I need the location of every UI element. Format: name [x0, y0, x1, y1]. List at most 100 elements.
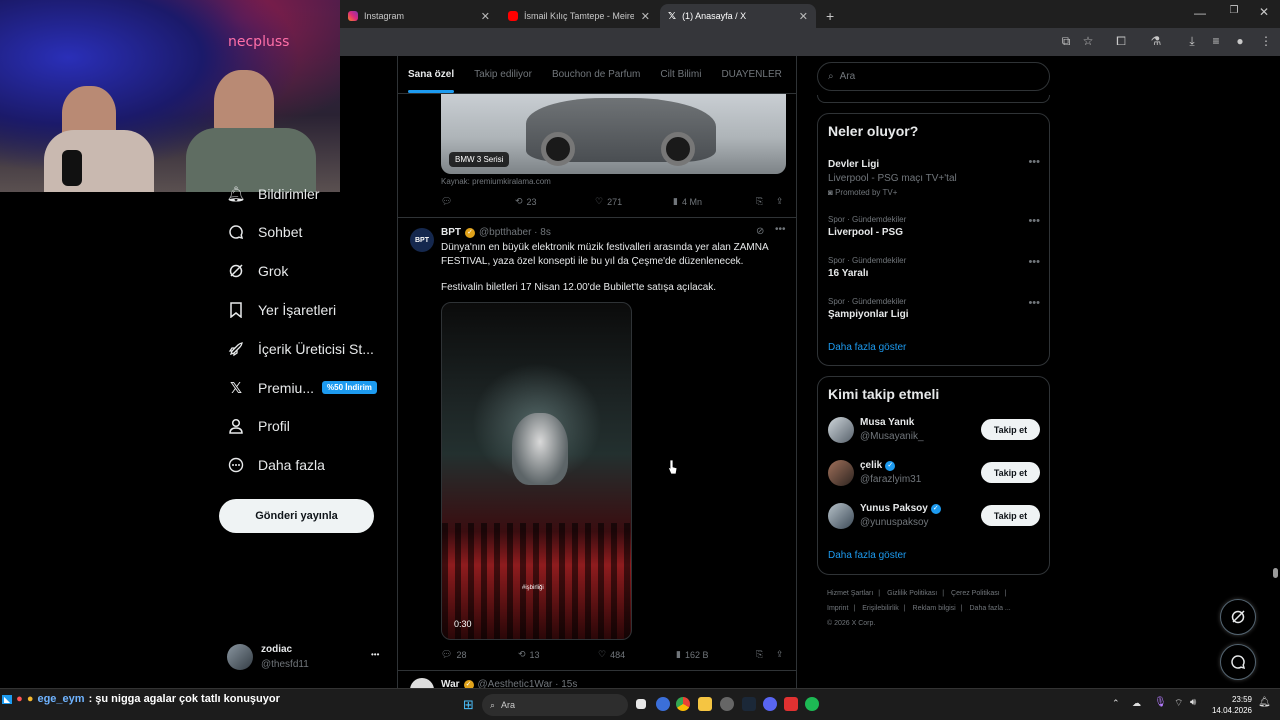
- bookmark-icon[interactable]: ⎘: [756, 649, 776, 660]
- account-switcher[interactable]: zodiac @thesfd11 •••: [227, 642, 387, 674]
- tweet-image-card[interactable]: BMW 3 Serisi: [441, 94, 786, 174]
- extensions-icon[interactable]: ⧠: [1113, 34, 1129, 49]
- nav-profile[interactable]: Profil: [228, 418, 290, 434]
- bookmark-star-icon[interactable]: ☆: [1080, 34, 1096, 48]
- bookmark-icon[interactable]: ⎘: [756, 196, 776, 207]
- tray-chevron-icon[interactable]: ⌃: [1112, 698, 1120, 709]
- author-handle[interactable]: @Aesthetic1War · 15s: [478, 679, 578, 688]
- views-button[interactable]: ▮ 162 B: [676, 649, 756, 660]
- wifi-icon[interactable]: ⌔: [1174, 697, 1183, 710]
- footer-link[interactable]: Daha fazla ...: [970, 605, 1011, 612]
- more-icon[interactable]: •••: [1028, 215, 1040, 227]
- nav-premium[interactable]: 𝕏 Premiu...: [228, 380, 314, 397]
- search-input[interactable]: ⌕ Ara: [817, 62, 1050, 91]
- share-icon[interactable]: ⇪: [776, 196, 784, 207]
- author-handle[interactable]: @bptthaber · 8s: [479, 227, 551, 238]
- footer-link[interactable]: Imprint: [827, 605, 848, 612]
- retweet-button[interactable]: ⟲ 13: [518, 649, 598, 660]
- spotify-icon[interactable]: [805, 697, 819, 711]
- nav-more[interactable]: Daha fazla: [228, 457, 325, 473]
- tab-for-you[interactable]: Sana özel: [398, 56, 464, 93]
- windows-start-icon[interactable]: ⊞: [463, 697, 474, 713]
- footer-link[interactable]: Hizmet Şartları: [827, 590, 873, 597]
- grok-fab-button[interactable]: [1220, 599, 1256, 635]
- microphone-icon[interactable]: 🎙︎: [1154, 697, 1167, 708]
- download-icon[interactable]: ⤓: [1184, 34, 1200, 49]
- taskbar-search[interactable]: ⌕ Ara: [482, 694, 628, 716]
- app-icon[interactable]: [656, 697, 670, 711]
- footer-link[interactable]: Erişilebilirlik: [862, 605, 899, 612]
- follow-button[interactable]: Takip et: [981, 462, 1040, 483]
- app-icon[interactable]: [720, 697, 734, 711]
- follow-suggestion[interactable]: Yunus Paksoy ✓ @yunuspaksoy Takip et: [828, 503, 1040, 531]
- reply-button[interactable]: 💬︎ 28: [441, 649, 518, 660]
- show-more-trends-link[interactable]: Daha fazla göster: [828, 342, 906, 353]
- tweet-video[interactable]: #işbirliği 0:30: [441, 302, 632, 640]
- messages-fab-button[interactable]: [1220, 644, 1256, 680]
- close-tab-icon[interactable]: ✕: [641, 10, 650, 23]
- nav-grok[interactable]: Grok: [228, 263, 288, 279]
- profile-avatar-icon[interactable]: ●: [1232, 34, 1248, 48]
- author-name[interactable]: BPT: [441, 227, 461, 238]
- scrollbar-thumb[interactable]: [1273, 568, 1278, 578]
- nav-chat[interactable]: Sohbet: [228, 224, 302, 240]
- trend-item[interactable]: Spor · Gündemdekiler Liverpool - PSG •••: [828, 215, 1040, 238]
- follow-suggestion[interactable]: çelik ✓ @farazlyim31 Takip et: [828, 460, 1040, 488]
- reply-icon[interactable]: 💬︎: [441, 196, 515, 207]
- footer-link[interactable]: Reklam bilgisi: [913, 605, 956, 612]
- flask-icon[interactable]: ⚗: [1148, 34, 1164, 48]
- close-tab-icon[interactable]: ✕: [481, 10, 490, 23]
- restore-icon[interactable]: ❐: [1226, 5, 1242, 16]
- close-window-icon[interactable]: ✕: [1256, 5, 1272, 19]
- menu-icon[interactable]: ⋮: [1258, 34, 1274, 48]
- card-source[interactable]: Kaynak: premiumkiralama.com: [441, 177, 551, 186]
- tab-bouchon[interactable]: Bouchon de Parfum: [542, 56, 650, 93]
- follow-button[interactable]: Takip et: [981, 419, 1040, 440]
- more-icon[interactable]: •••: [1028, 297, 1040, 309]
- trend-item[interactable]: Spor · Gündemdekiler Şampiyonlar Ligi ••…: [828, 297, 1040, 320]
- tab-x-home[interactable]: 𝕏 (1) Anasayfa / X ✕: [660, 4, 816, 28]
- tab-youtube[interactable]: İsmail Kılıç Tamtepe - Meireles S ✕: [500, 4, 658, 28]
- follow-suggestion[interactable]: Musa Yanık @Musayanik_ Takip et: [828, 417, 1040, 445]
- footer-link[interactable]: Çerez Politikası: [951, 590, 1000, 597]
- nav-creator-studio[interactable]: İçerik Üreticisi St...: [228, 341, 374, 357]
- more-icon[interactable]: •••: [1028, 256, 1040, 268]
- avatar[interactable]: BPT: [410, 228, 434, 252]
- retweet-button[interactable]: ⟲ 23: [515, 196, 595, 207]
- close-tab-icon[interactable]: ✕: [799, 10, 808, 23]
- more-icon[interactable]: •••: [371, 650, 379, 659]
- volume-icon[interactable]: 🔊︎: [1190, 697, 1196, 708]
- file-explorer-icon[interactable]: [698, 697, 712, 711]
- system-clock[interactable]: 23:59 14.04.2026: [1210, 694, 1252, 716]
- notification-bell-icon[interactable]: 🔔︎: [1258, 697, 1271, 708]
- share-icon[interactable]: ⇪: [776, 649, 784, 660]
- app-icon[interactable]: [784, 697, 798, 711]
- avatar[interactable]: [410, 678, 434, 688]
- more-icon[interactable]: •••: [775, 224, 786, 235]
- more-icon[interactable]: •••: [1028, 156, 1040, 168]
- footer-link[interactable]: Gizlilik Politikası: [887, 590, 937, 597]
- reading-list-icon[interactable]: ≡: [1208, 34, 1224, 48]
- install-app-icon[interactable]: ⧉: [1058, 34, 1074, 49]
- like-button[interactable]: ♡ 484: [598, 649, 676, 660]
- nav-notifications[interactable]: 🔔︎ Bildirimler: [226, 186, 319, 203]
- tray-app-icon[interactable]: ☁: [1132, 698, 1141, 709]
- trend-item[interactable]: Spor · Gündemdekiler 16 Yaralı •••: [828, 256, 1040, 279]
- trend-item[interactable]: Devler Ligi Liverpool - PSG maçı TV+'tal…: [828, 156, 1040, 197]
- post-button[interactable]: Gönderi yayınla: [219, 499, 374, 533]
- tab-duayenler[interactable]: DUAYENLER: [711, 56, 791, 93]
- show-more-follow-link[interactable]: Daha fazla göster: [828, 550, 906, 561]
- scrollbar[interactable]: [1270, 56, 1280, 688]
- nav-bookmarks[interactable]: Yer İşaretleri: [228, 302, 336, 318]
- like-button[interactable]: ♡ 271: [595, 196, 673, 207]
- views-button[interactable]: ▮ 4 Mn: [673, 196, 756, 207]
- follow-button[interactable]: Takip et: [981, 505, 1040, 526]
- tab-cilt-bilimi[interactable]: Cilt Bilimi: [650, 56, 711, 93]
- task-view-icon[interactable]: [636, 699, 646, 709]
- chrome-icon[interactable]: [676, 697, 690, 711]
- minimize-icon[interactable]: —: [1192, 6, 1208, 20]
- new-tab-button[interactable]: +: [818, 4, 842, 28]
- discord-icon[interactable]: [763, 697, 777, 711]
- tab-following[interactable]: Takip ediliyor: [464, 56, 542, 93]
- author-name[interactable]: War: [441, 679, 460, 688]
